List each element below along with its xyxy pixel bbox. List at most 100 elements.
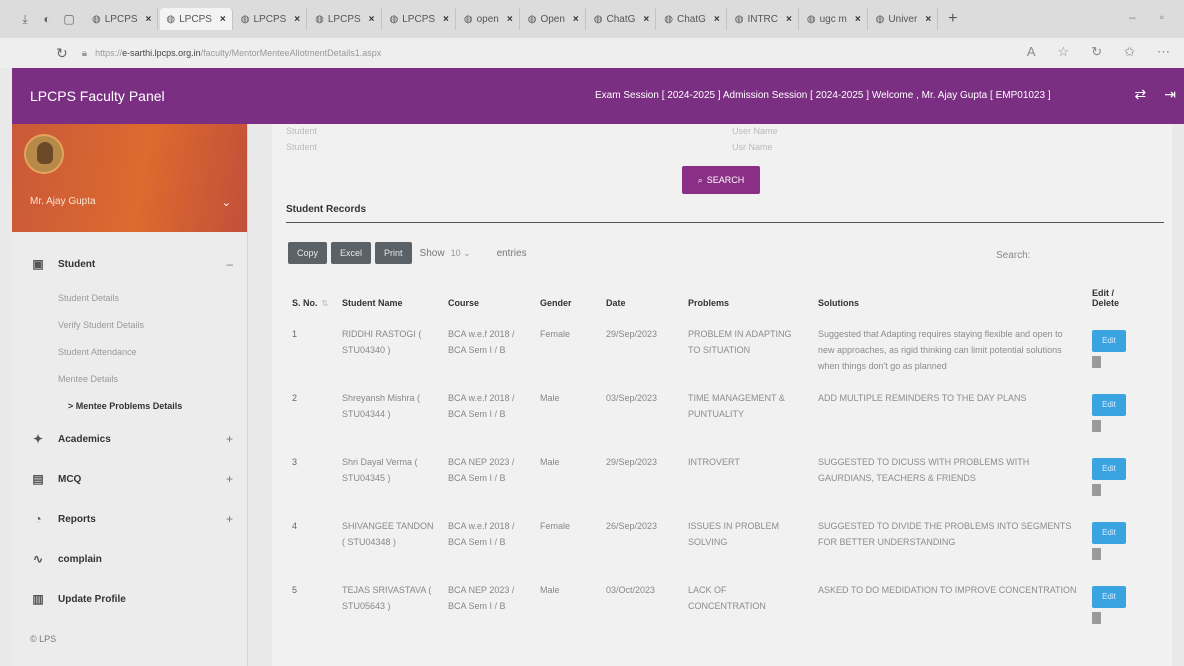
lock-icon[interactable]: 🔒︎ [82,48,87,59]
column-gender[interactable]: Gender [534,284,600,318]
new-tab-button[interactable]: + [948,10,957,28]
browser-tab[interactable]: ◍ INTRC × [729,8,799,30]
sidebar-item-academics[interactable]: ✦ Academics + [12,419,247,459]
edit-button[interactable]: Edit [1092,330,1126,352]
cell-sno: 2 [292,393,298,403]
column-sno[interactable]: S. No. ⇅ [286,284,336,318]
cell-course: BCA NEP 2023 / BCA Sem I / B [448,457,515,483]
chevron-down-icon[interactable]: ⌄ [222,196,231,209]
student-input[interactable]: Student [286,142,317,152]
entries-control: Show 10 ⌄ entries [420,248,527,259]
more-icon[interactable]: ⋯ [1157,44,1170,60]
header-icons: ⇄ ⇥ [1135,86,1176,103]
column-course[interactable]: Course [442,284,534,318]
switch-icon[interactable]: ⇄ [1135,86,1147,103]
profile-name[interactable]: Mr. Ajay Gupta [30,196,96,207]
edit-button[interactable]: Edit [1092,586,1126,608]
expand-icon[interactable]: + [226,512,233,526]
favorites-bar-icon[interactable]: ✩ [1124,44,1135,60]
column-problems[interactable]: Problems [682,284,812,318]
sidebar-subitem[interactable]: Verify Student Details [12,311,247,338]
column-student-name[interactable]: Student Name [336,284,442,318]
close-icon[interactable]: × [786,14,792,25]
page-icon: ◍ [166,13,176,25]
close-icon[interactable]: × [220,14,226,25]
history-icon[interactable]: ◐ [36,12,58,26]
cell-problems: ISSUES IN PROBLEM SOLVING [688,521,780,547]
sidebar-item-update-profile[interactable]: ▥ Update Profile [12,579,247,619]
entries-select[interactable]: 10 ⌄ [451,248,491,259]
restore-icon[interactable]: ▫ [1160,10,1164,24]
close-icon[interactable]: × [925,14,931,25]
table-search-label[interactable]: Search: [996,250,1030,261]
download-icon[interactable]: ⤓ [14,12,36,27]
translate-icon[interactable]: A [1027,44,1036,60]
print-button[interactable]: Print [375,242,412,264]
browser-tab[interactable]: ◍ ChatG × [658,8,727,30]
page-icon: ◍ [315,13,324,25]
logout-icon[interactable]: ⇥ [1164,86,1176,103]
cell-student-name: RIDDHI RASTOGI ( STU04340 ) [342,329,422,355]
expand-icon[interactable]: + [226,432,233,446]
column-date[interactable]: Date [600,284,682,318]
sidebar-item-student[interactable]: ▣ Student – [12,244,247,284]
trash-icon[interactable] [1092,484,1101,496]
close-icon[interactable]: × [507,14,513,25]
avatar [24,134,64,174]
expand-icon[interactable]: + [226,472,233,486]
browser-tab[interactable]: ◍ ugc m × [801,8,868,30]
browser-tab[interactable]: ◍ LPCPS × [309,8,382,30]
close-icon[interactable]: × [643,14,649,25]
cell-problems: TIME MANAGEMENT & PUNTUALITY [688,393,785,419]
column-solutions[interactable]: Solutions [812,284,1086,318]
browser-tab[interactable]: ◍ Univer × [870,8,939,30]
sidebar-subitem[interactable]: > Mentee Problems Details [12,392,247,419]
browser-tab[interactable]: ◍ open × [458,8,520,30]
trash-icon[interactable] [1092,612,1101,624]
close-icon[interactable]: × [714,14,720,25]
close-icon[interactable]: × [573,14,579,25]
edit-button[interactable]: Edit [1092,522,1126,544]
username-input[interactable]: Usr Name [732,142,773,152]
edit-button[interactable]: Edit [1092,458,1126,480]
sidebar-subitem[interactable]: Student Details [12,284,247,311]
brand-title[interactable]: LPCPS Faculty Panel [12,88,572,104]
minimize-icon[interactable]: – [1129,10,1136,24]
close-icon[interactable]: × [443,14,449,25]
favorite-icon[interactable]: ☆ [1058,44,1070,60]
copy-button[interactable]: Copy [288,242,328,264]
tab-actions-icon[interactable]: ▢ [58,12,80,26]
browser-tab[interactable]: ◍ LPCPS × [160,8,233,30]
browser-tab[interactable]: ◍ LPCPS × [384,8,456,30]
url-field[interactable]: https://e-sarthi.lpcps.org.in/faculty/Me… [95,48,381,58]
refresh-extension-icon[interactable]: ↻ [1091,44,1102,60]
sidebar-item-reports[interactable]: ◔ Reports + [12,499,247,539]
cell-actions: Edit [1086,446,1148,510]
sidebar-subitem[interactable]: Mentee Details [12,365,247,392]
reload-icon[interactable]: ↻ [56,45,68,62]
cell-actions: Edit [1086,382,1148,446]
sidebar-item-mcq[interactable]: ▤ MCQ + [12,459,247,499]
browser-tab[interactable]: ◍ LPCPS × [235,8,308,30]
collapse-icon[interactable]: – [226,257,233,271]
close-icon[interactable]: × [855,14,861,25]
sidebar-item-complain[interactable]: ∿ complain [12,539,247,579]
browser-tab[interactable]: ◍ Open × [522,8,586,30]
browser-tab[interactable]: ◍ ChatG × [588,8,657,30]
sort-icon[interactable]: ⇅ [322,299,329,308]
excel-button[interactable]: Excel [331,242,372,264]
table-row: 3 Shri Dayal Verma ( STU04345 ) BCA NEP 20… [286,446,1148,510]
sidebar-item-label: Academics [58,433,111,445]
search-button-label: SEARCH [706,175,745,185]
sidebar-subitem[interactable]: Student Attendance [12,338,247,365]
search-button[interactable]: ⌕ SEARCH [682,166,760,194]
trash-icon[interactable] [1092,420,1101,432]
close-icon[interactable]: × [369,14,375,25]
edit-button[interactable]: Edit [1092,394,1126,416]
close-icon[interactable]: × [294,14,300,25]
browser-tab[interactable]: ◍ LPCPS × [86,8,159,30]
page-icon: ◍ [527,13,537,25]
close-icon[interactable]: × [146,14,152,25]
trash-icon[interactable] [1092,548,1101,560]
trash-icon[interactable] [1092,356,1101,368]
